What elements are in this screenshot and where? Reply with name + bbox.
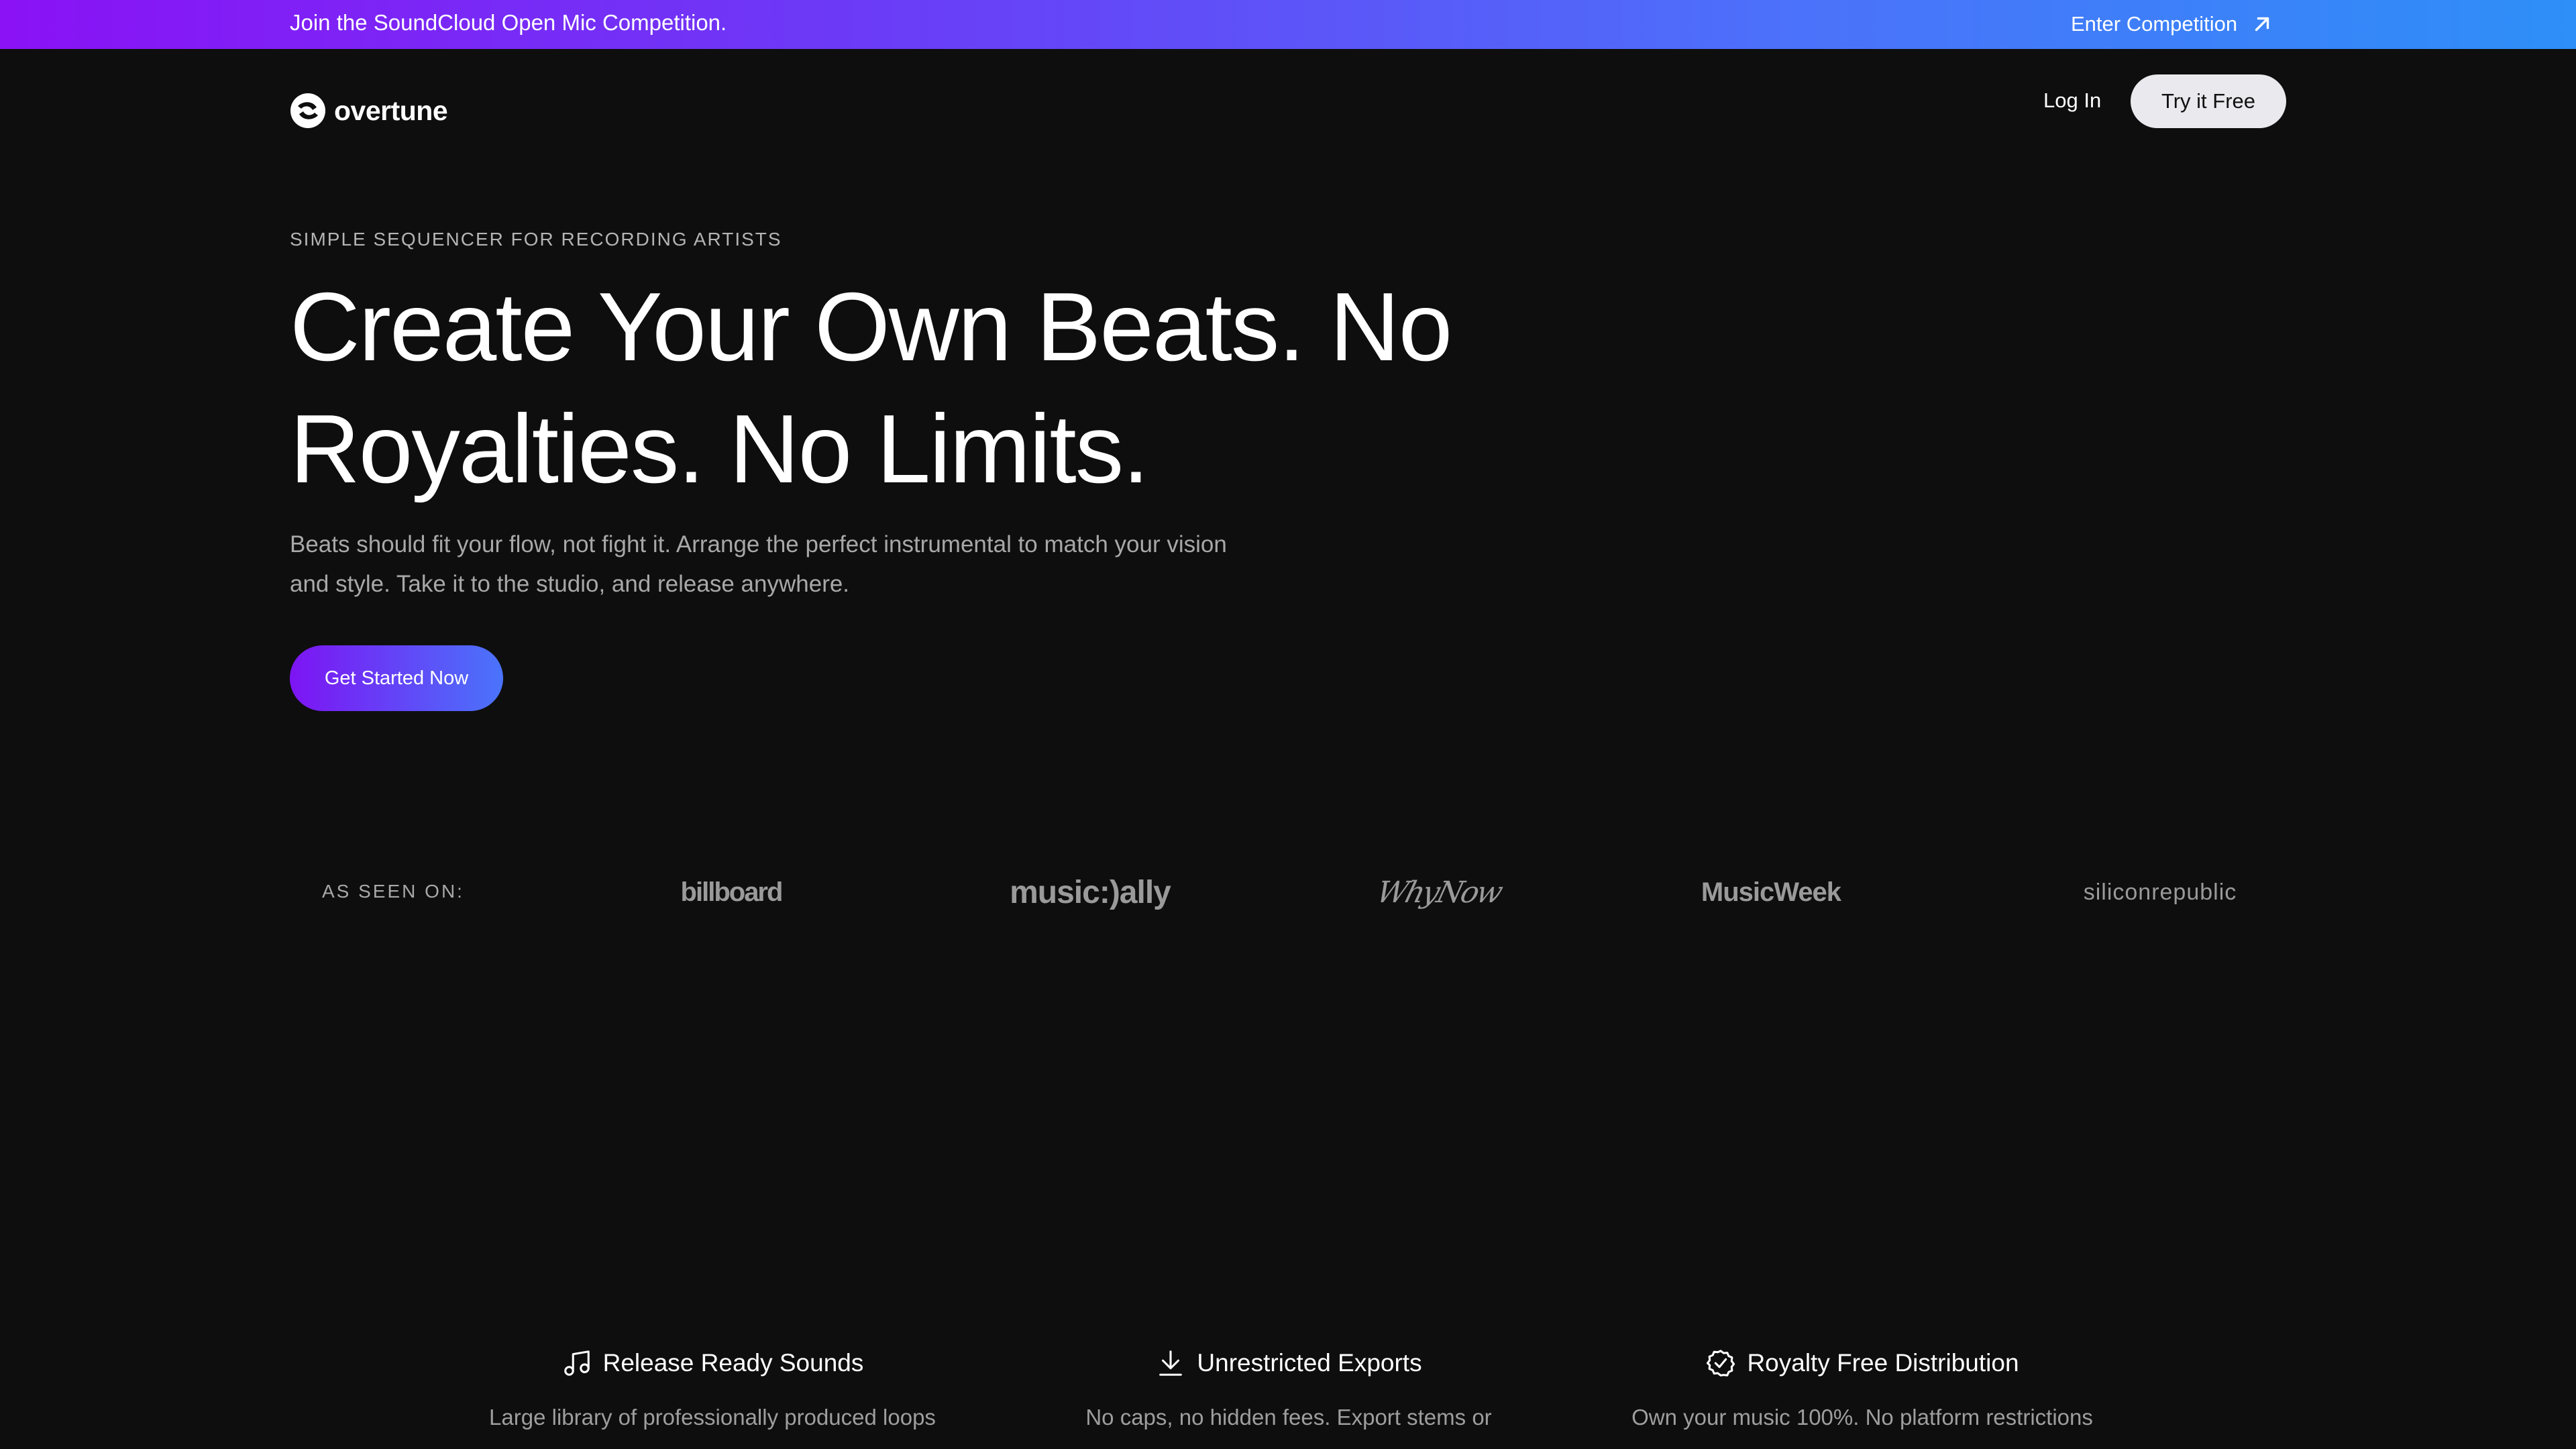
overtune-logo-icon — [290, 93, 326, 129]
enter-competition-label: Enter Competition — [2071, 12, 2238, 36]
feature-description: No caps, no hidden fees. Export stems or — [1085, 1405, 1492, 1430]
brand-name: overtune — [334, 95, 448, 126]
check-badge-icon — [1707, 1350, 1735, 1377]
feature-header: Royalty Free Distribution — [1607, 1345, 2117, 1381]
feature-header: Unrestricted Exports — [1034, 1345, 1544, 1381]
feature-header: Release Ready Sounds — [458, 1345, 967, 1381]
feature-title: Release Ready Sounds — [602, 1349, 864, 1377]
brand-logo[interactable]: overtune — [290, 92, 448, 129]
feature-description: Own your music 100%. No platform restric… — [1631, 1405, 2093, 1430]
get-started-button[interactable]: Get Started Now — [290, 645, 503, 711]
announcement-bar: Join the SoundCloud Open Mic Competition… — [0, 0, 2576, 49]
feature-title: Unrestricted Exports — [1197, 1349, 1422, 1377]
try-it-free-button[interactable]: Try it Free — [2131, 74, 2286, 128]
feature-release-ready-sounds: Release Ready Sounds Large library of pr… — [458, 1345, 967, 1434]
as-seen-on-label: AS SEEN ON: — [322, 881, 464, 902]
siliconrepublic-logo: siliconrepublic — [2083, 879, 2237, 905]
arrow-up-right-icon — [2255, 17, 2269, 32]
feature-description: Large library of professionally produced… — [489, 1405, 936, 1430]
hero-subtitle: Beats should fit your flow, not fight it… — [290, 531, 1227, 597]
hero-eyebrow: SIMPLE SEQUENCER FOR RECORDING ARTISTS — [290, 229, 782, 250]
download-icon — [1159, 1350, 1183, 1376]
feature-title: Royalty Free Distribution — [1747, 1349, 2019, 1377]
whynow-logo: WhyNow — [1373, 875, 1505, 910]
feature-royalty-free-distribution: Royalty Free Distribution Own your music… — [1607, 1345, 2117, 1434]
music-note-icon — [564, 1350, 590, 1376]
hero-title: Create Your Own Beats. No Royalties. No … — [290, 272, 1452, 503]
announcement-text: Join the SoundCloud Open Mic Competition… — [290, 10, 727, 35]
musically-logo: music:)ally — [1010, 874, 1171, 910]
musicweek-logo: MusicWeek — [1701, 877, 1841, 907]
feature-unrestricted-exports: Unrestricted Exports No caps, no hidden … — [1034, 1345, 1544, 1434]
enter-competition-link[interactable]: Enter Competition — [2071, 9, 2273, 39]
login-link[interactable]: Log In — [2043, 87, 2101, 114]
billboard-logo: billboard — [680, 877, 784, 907]
